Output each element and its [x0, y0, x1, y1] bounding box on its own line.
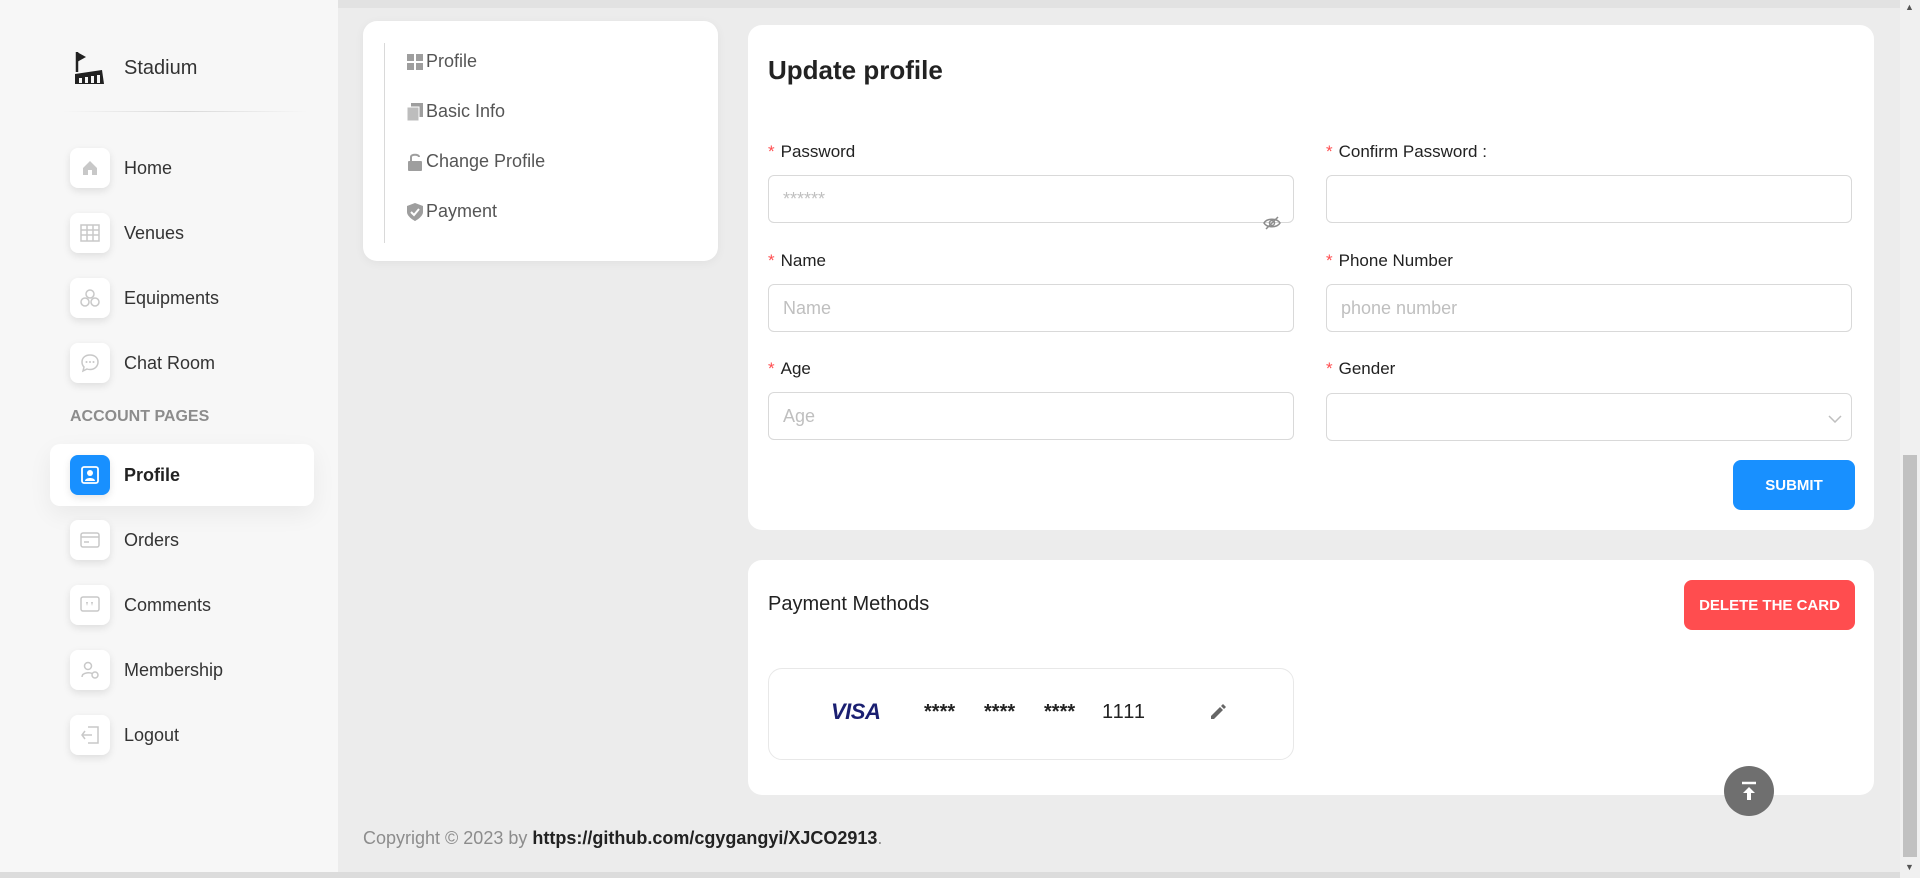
submenu-item-payment[interactable]: Payment — [407, 201, 497, 222]
submenu-item-change-profile[interactable]: Change Profile — [407, 151, 545, 172]
gender-select[interactable] — [1326, 393, 1852, 441]
sidebar-item-label: Membership — [124, 659, 224, 680]
sidebar: Stadium Home Venues Equipments Chat Room… — [0, 0, 338, 878]
update-profile-title: Update profile — [768, 55, 943, 85]
sidebar-item-profile[interactable]: Profile — [50, 444, 314, 506]
submenu-item-basic-info[interactable]: Basic Info — [407, 101, 505, 122]
saved-card: VISA **** **** **** 1111 — [768, 668, 1294, 760]
submenu-item-label: Profile — [426, 51, 478, 71]
card-number-group: **** — [984, 701, 1016, 723]
sidebar-item-membership[interactable]: Membership — [50, 639, 314, 701]
sidebar-item-venues[interactable]: Venues — [50, 202, 314, 264]
edit-pencil-icon[interactable] — [1209, 703, 1227, 726]
visa-logo: VISA — [831, 699, 881, 724]
name-field[interactable] — [768, 284, 1294, 332]
password-field[interactable] — [768, 175, 1294, 223]
profile-submenu: Profile Basic Info Change Profile Paymen… — [363, 21, 718, 261]
sidebar-item-label: Comments — [124, 594, 212, 615]
scrollbar-thumb[interactable] — [1903, 455, 1917, 857]
sidebar-item-label: Profile — [124, 464, 181, 485]
sidebar-item-label: Chat Room — [124, 352, 216, 373]
shield-icon — [407, 202, 423, 221]
age-label: * Age — [768, 359, 811, 378]
sidebar-item-logout[interactable]: Logout — [50, 704, 314, 766]
section-title-account-pages: ACCOUNT PAGES — [70, 408, 210, 425]
submenu-divider — [384, 43, 385, 243]
sidebar-item-label: Orders — [124, 529, 180, 550]
back-to-top-button[interactable] — [1724, 766, 1774, 816]
confirm-password-label: * Confirm Password : — [1326, 142, 1487, 161]
cubes-icon — [70, 278, 110, 318]
stadium-logo-icon — [75, 52, 104, 84]
submenu-item-label: Basic Info — [426, 101, 506, 121]
sidebar-item-label: Logout — [124, 724, 180, 745]
scroll-down-arrow-icon[interactable]: ▼ — [1905, 862, 1914, 872]
submenu-item-profile[interactable]: Profile — [407, 51, 477, 72]
sidebar-item-comments[interactable]: Comments — [50, 574, 314, 636]
footer: Copyright © 2023 by https://github.com/c… — [363, 828, 882, 849]
chevron-down-icon — [1828, 410, 1842, 428]
top-bar — [338, 0, 1900, 8]
footer-suffix: . — [877, 828, 883, 848]
sidebar-item-home[interactable]: Home — [50, 137, 314, 199]
arrow-up-to-line-icon — [1742, 781, 1756, 800]
credit-card-icon — [70, 520, 110, 560]
submenu-item-label: Change Profile — [426, 151, 546, 171]
horizontal-scrollbar — [0, 872, 1900, 878]
payment-methods-card: Payment Methods DELETE THE CARD VISA ***… — [748, 560, 1874, 795]
phone-number-field[interactable] — [1326, 284, 1852, 332]
confirm-password-field[interactable] — [1326, 175, 1852, 223]
card-last-four: 1111 — [1102, 701, 1147, 723]
copy-icon — [407, 102, 423, 121]
delete-card-button[interactable]: DELETE THE CARD — [1684, 580, 1855, 630]
brand[interactable]: Stadium — [72, 48, 197, 88]
brand-name: Stadium — [124, 56, 198, 79]
home-icon — [70, 148, 110, 188]
footer-github-link[interactable]: https://github.com/cgygangyi/XJCO2913 — [532, 828, 877, 848]
table-icon — [70, 213, 110, 253]
unlock-icon — [408, 153, 422, 171]
name-label: * Name — [768, 251, 826, 270]
page-scrollbar[interactable]: ▲ ▼ — [1900, 0, 1920, 878]
sidebar-item-chat-room[interactable]: Chat Room — [50, 332, 314, 394]
sidebar-item-orders[interactable]: Orders — [50, 509, 314, 571]
card-number-group: **** — [1044, 701, 1076, 723]
submenu-item-label: Payment — [426, 201, 498, 221]
payment-methods-title: Payment Methods — [768, 593, 930, 615]
brand-divider — [62, 111, 308, 112]
quote-icon — [70, 585, 110, 625]
gender-label: * Gender — [1326, 359, 1396, 378]
sidebar-item-label: Equipments — [124, 287, 220, 308]
password-label: * Password — [768, 142, 856, 161]
update-profile-card: Update profile *Password *Confirm Passwo… — [748, 25, 1874, 530]
eye-invisible-icon[interactable] — [1263, 215, 1281, 236]
chat-icon — [70, 343, 110, 383]
sidebar-item-label: Home — [124, 157, 173, 178]
submit-button[interactable]: SUBMIT — [1733, 460, 1855, 510]
card-number-group: **** — [924, 701, 956, 723]
phone-number-label: * Phone Number — [1326, 251, 1453, 270]
sidebar-item-equipments[interactable]: Equipments — [50, 267, 314, 329]
profile-icon — [70, 455, 110, 495]
scroll-up-arrow-icon[interactable]: ▲ — [1905, 2, 1914, 12]
age-field[interactable] — [768, 392, 1294, 440]
logout-icon — [70, 715, 110, 755]
grid-icon — [407, 53, 423, 70]
user-settings-icon — [70, 650, 110, 690]
footer-copyright: Copyright © 2023 by — [363, 828, 533, 848]
sidebar-item-label: Venues — [124, 222, 185, 243]
